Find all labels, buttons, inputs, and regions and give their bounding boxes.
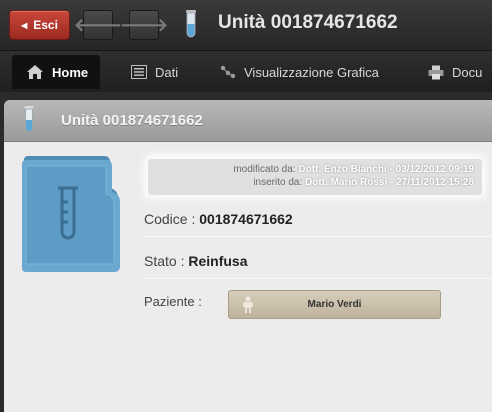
audit-info: modificato da: Dott. Enzo Bianchi - 03/1…: [148, 159, 482, 195]
codice-field: Codice : 001874671662: [144, 211, 293, 227]
panel-header: Unità 001874671662: [4, 100, 492, 142]
arrow-left-icon: 🡐: [73, 14, 123, 35]
unit-panel: Unità 001874671662 modificato da: Dott. …: [4, 100, 492, 412]
folder-icon: [22, 156, 120, 272]
arrow-right-icon: 🡒: [119, 14, 169, 35]
back-button[interactable]: 🡐: [74, 10, 122, 40]
panel-title: Unità 001874671662: [61, 112, 203, 129]
tab-documenti-label: Docu: [452, 64, 483, 80]
divider: [144, 278, 492, 279]
paziente-label: Paziente :: [144, 294, 202, 309]
forward-button[interactable]: 🡒: [120, 10, 168, 40]
stato-field: Stato : Reinfusa: [144, 253, 247, 269]
graph-icon: [220, 65, 236, 79]
patient-name: Mario Verdi: [307, 299, 362, 310]
modified-prefix: modificato da:: [233, 164, 296, 175]
tab-visualizzazione-grafica-label: Visualizzazione Grafica: [244, 64, 379, 80]
tab-home-label: Home: [52, 64, 89, 80]
inserted-line: inserito da: Dott. Mario Rossi - 27/11/2…: [148, 176, 474, 189]
stato-label: Stato :: [144, 253, 185, 269]
page-title: Unità 001874671662: [218, 12, 398, 33]
tab-home[interactable]: Home: [12, 55, 101, 89]
test-tube-icon: [186, 10, 196, 38]
tab-visualizzazione-grafica[interactable]: Visualizzazione Grafica: [220, 55, 379, 89]
codice-value: 001874671662: [199, 211, 293, 227]
triangle-left-icon: ◀: [21, 20, 28, 30]
stato-value: Reinfusa: [188, 253, 248, 269]
inserted-value: Dott. Mario Rossi - 27/11/2012 15:28: [305, 177, 474, 188]
inserted-prefix: inserito da:: [253, 177, 303, 188]
tab-dati[interactable]: Dati: [131, 55, 178, 89]
home-icon: [27, 65, 43, 79]
list-icon: [131, 65, 147, 79]
modified-line: modificato da: Dott. Enzo Bianchi - 03/1…: [148, 163, 474, 176]
top-toolbar: ◀ Esci 🡐 🡒 Unità 001874671662: [0, 0, 492, 50]
printer-icon: [428, 65, 444, 79]
codice-label: Codice :: [144, 211, 196, 227]
patient-button[interactable]: Mario Verdi: [228, 290, 441, 319]
test-tube-icon: [24, 106, 34, 132]
divider: [144, 236, 492, 237]
exit-button-label: Esci: [33, 18, 58, 32]
tab-bar: Home Dati Visualizzazione Grafica Docu: [0, 50, 492, 92]
tab-documenti[interactable]: Docu: [428, 55, 482, 89]
modified-value: Dott. Enzo Bianchi - 03/12/2012 09:19: [298, 164, 474, 175]
tab-dati-label: Dati: [155, 64, 179, 80]
exit-button[interactable]: ◀ Esci: [9, 10, 70, 40]
